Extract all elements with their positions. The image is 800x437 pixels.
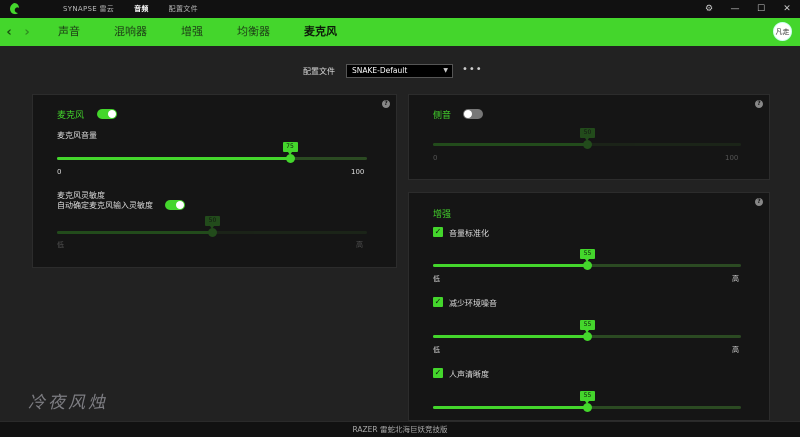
nav-item-enhancement[interactable]: 增强: [181, 18, 203, 46]
forward-arrow-icon[interactable]: ›: [18, 25, 36, 40]
noise-max: 高: [732, 346, 739, 354]
microphone-toggle[interactable]: [97, 109, 117, 119]
settings-gear-icon[interactable]: ⚙: [696, 4, 722, 14]
maximize-icon[interactable]: ☐: [748, 4, 774, 14]
normalization-max: 高: [732, 275, 739, 283]
close-icon[interactable]: ✕: [774, 4, 800, 14]
noise-reduction-slider[interactable]: 55: [433, 320, 741, 342]
avatar-text: 凡走: [775, 27, 790, 36]
enhancement-panel: ? 增强 ✓ 音量标准化 55 低 高 ✓ 减少环境噪音 55 低 高 ✓ 人声…: [408, 192, 770, 421]
title-bar: SYNAPSE 雷云 音频 配置文件 ⚙ — ☐ ✕: [0, 0, 800, 18]
slider-thumb[interactable]: [583, 403, 592, 412]
minimize-icon[interactable]: —: [722, 4, 748, 14]
auto-sensitivity-label: 自动确定麦克风输入灵敏度: [57, 201, 153, 210]
slider-thumb[interactable]: [583, 332, 592, 341]
voice-clarity-slider[interactable]: 55: [433, 391, 741, 413]
user-avatar[interactable]: 凡走: [773, 22, 792, 41]
slider-thumb[interactable]: [583, 261, 592, 270]
slider-thumb[interactable]: [285, 154, 295, 163]
microphone-title: 麦克风: [57, 111, 85, 121]
watermark: 冷夜风烛: [28, 393, 108, 413]
microphone-panel: ? 麦克风 麦克风音量 75 0 100 麦克风灵敏度 自动确定麦克风输入灵敏度…: [32, 94, 397, 268]
volume-normalization-slider[interactable]: 55: [433, 249, 741, 271]
noise-reduction-label: 减少环境噪音: [449, 299, 497, 308]
slider-thumb: [583, 140, 592, 149]
volume-normalization-checkbox[interactable]: ✓: [433, 227, 443, 237]
mic-volume-slider[interactable]: 75: [57, 142, 367, 164]
nav-item-sound[interactable]: 声音: [58, 18, 80, 46]
tab-profiles[interactable]: 配置文件: [169, 4, 198, 14]
slider-value-bubble: 50: [580, 128, 595, 141]
help-icon[interactable]: ?: [382, 100, 390, 108]
slider-thumb: [208, 228, 217, 237]
tab-audio[interactable]: 音频: [134, 4, 149, 14]
sidetone-panel: ? 侧音 50 0 100: [408, 94, 770, 180]
slider-value-bubble: 50: [205, 216, 220, 229]
mic-volume-min: 0: [57, 168, 62, 176]
slider-value-bubble: 55: [580, 391, 595, 404]
enhancement-title: 增强: [433, 210, 452, 220]
help-icon[interactable]: ?: [755, 198, 763, 206]
sensitivity-min: 低: [57, 241, 64, 249]
noise-reduction-checkbox[interactable]: ✓: [433, 297, 443, 307]
nav-item-microphone[interactable]: 麦克风: [304, 18, 337, 46]
mic-volume-max: 100: [351, 168, 365, 176]
sidetone-max: 100: [725, 154, 739, 162]
profile-selected-value: SNAKE-Default: [352, 66, 408, 75]
footer-device-name: RAZER 雷蛇北海巨妖竞技版: [352, 425, 448, 434]
more-options-icon[interactable]: •••: [462, 64, 483, 75]
nav-item-mixer[interactable]: 混响器: [114, 18, 147, 46]
profile-label: 配置文件: [303, 67, 335, 76]
sidetone-min: 0: [433, 154, 438, 162]
mic-sensitivity-slider: 50: [57, 216, 367, 238]
slider-value-bubble: 55: [580, 320, 595, 333]
normalization-min: 低: [433, 275, 440, 283]
sidetone-toggle[interactable]: [463, 109, 483, 119]
help-icon[interactable]: ?: [755, 100, 763, 108]
noise-min: 低: [433, 346, 440, 354]
profile-dropdown[interactable]: SNAKE-Default ▼: [346, 64, 453, 78]
nav-item-equalizer[interactable]: 均衡器: [237, 18, 270, 46]
footer-bar: RAZER 雷蛇北海巨妖竞技版: [0, 421, 800, 437]
voice-clarity-checkbox[interactable]: ✓: [433, 368, 443, 378]
slider-value-bubble: 75: [282, 142, 298, 155]
auto-sensitivity-toggle[interactable]: [165, 200, 185, 210]
volume-normalization-label: 音量标准化: [449, 229, 489, 238]
back-arrow-icon[interactable]: ‹: [0, 25, 18, 40]
voice-clarity-label: 人声清晰度: [449, 370, 489, 379]
razer-logo-icon: [10, 3, 19, 15]
mic-volume-label: 麦克风音量: [57, 131, 97, 140]
tab-synapse[interactable]: SYNAPSE 雷云: [63, 4, 114, 14]
profile-row: 配置文件 SNAKE-Default ▼ •••: [0, 64, 800, 78]
sensitivity-max: 高: [356, 241, 363, 249]
sidetone-slider: 50: [433, 128, 741, 150]
slider-value-bubble: 55: [580, 249, 595, 262]
audio-nav-bar: ‹ › 声音 混响器 增强 均衡器 麦克风 凡走: [0, 18, 800, 46]
chevron-down-icon: ▼: [443, 67, 448, 74]
sidetone-title: 侧音: [433, 111, 452, 121]
